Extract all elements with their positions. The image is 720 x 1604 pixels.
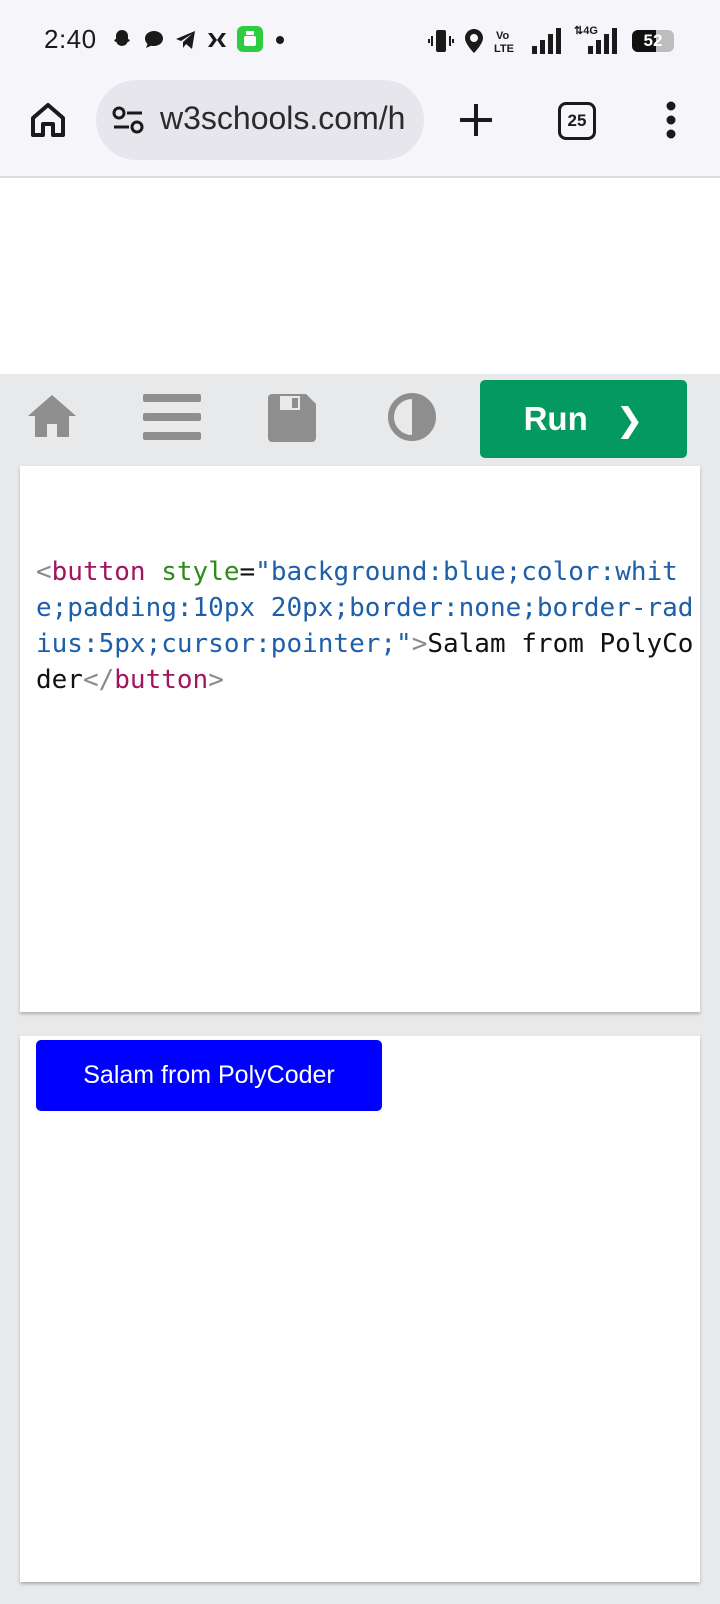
tabs-button[interactable]: 25 [558, 102, 596, 140]
result-frame: Salam from PolyCoder [20, 1036, 700, 1582]
contrast-icon[interactable] [387, 392, 437, 442]
battery-icon: 52 [632, 30, 674, 52]
chat-bubble-icon [145, 31, 163, 48]
code-equals: = [239, 557, 256, 587]
url-text[interactable]: w3schools.com/h [160, 100, 410, 137]
save-icon[interactable] [268, 394, 316, 442]
svg-text:LTE: LTE [494, 43, 514, 54]
tryit-workspace: Run ❯ <button style="background:blue;col… [0, 374, 720, 1604]
status-time: 2:40 [44, 24, 97, 54]
battery-level: 52 [643, 31, 663, 50]
code-editor[interactable]: <button style="background:blue;color:whi… [20, 466, 700, 1012]
home-icon[interactable] [26, 392, 78, 440]
code-end-open: </ [82, 665, 115, 695]
4g-signal-icon: ⇅4G [574, 25, 617, 54]
code-tag: button [51, 557, 146, 587]
dot-icon [276, 36, 284, 44]
app-icon [237, 26, 263, 52]
snapchat-icon [114, 30, 130, 46]
vibrate-icon [428, 30, 454, 52]
run-label: Run [523, 400, 588, 437]
code-end-close: > [208, 665, 224, 695]
signal-icon [532, 28, 561, 54]
volte-icon: Vo LTE [494, 30, 514, 54]
home-icon[interactable] [28, 100, 68, 140]
code-end-tag: button [114, 665, 209, 695]
site-settings-icon[interactable] [112, 106, 144, 134]
code-content[interactable]: <button style="background:blue;color:whi… [36, 554, 696, 698]
status-bar: 2:40 Vo LTE ⇅4G 52 [0, 0, 720, 80]
new-tab-icon[interactable] [458, 102, 494, 138]
code-attr: style [161, 557, 240, 587]
telegram-icon [176, 31, 195, 49]
address-bar[interactable]: w3schools.com/h [96, 80, 424, 160]
svg-text:⇅4G: ⇅4G [574, 25, 598, 37]
run-arrow-icon: ❯ [615, 400, 644, 438]
capcut-icon [208, 33, 226, 47]
menu-icon[interactable] [143, 394, 201, 440]
salam-button[interactable]: Salam from PolyCoder [36, 1040, 382, 1111]
more-menu-icon[interactable] [664, 100, 678, 140]
browser-toolbar: w3schools.com/h 25 [0, 80, 720, 178]
tab-count: 25 [567, 111, 587, 130]
code-close-bracket: > [411, 629, 428, 659]
code-open-bracket: < [36, 557, 52, 587]
run-button[interactable]: Run ❯ [480, 380, 687, 458]
editor-toolbar: Run ❯ [0, 374, 720, 466]
svg-text:Vo: Vo [496, 30, 510, 42]
location-icon [465, 29, 483, 53]
